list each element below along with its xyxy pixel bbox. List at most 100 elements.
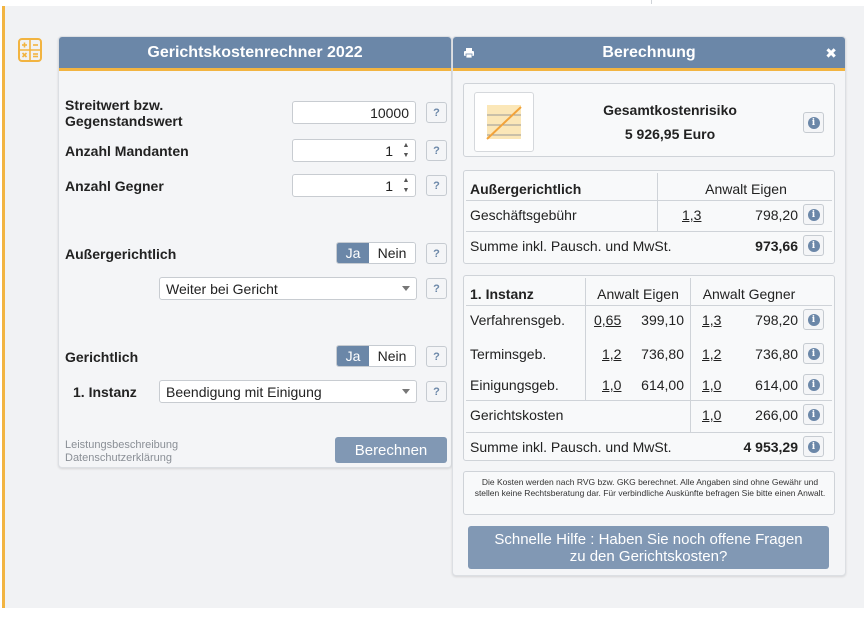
summary-box: Gesamtkostenrisiko 5 926,95 Euro i	[463, 83, 835, 157]
aussergerichtlich-select-help-button[interactable]: ?	[426, 278, 447, 299]
aussergerichtlich-ja[interactable]: Ja	[337, 243, 369, 263]
aussergerichtlich-col-eigen: Anwalt Eigen	[705, 181, 787, 197]
geschaeftsgebuehr-info-button[interactable]: i	[803, 204, 824, 225]
einigungsgeb-amount-gegner: 614,00	[755, 377, 798, 393]
result-title: Berechnung	[602, 43, 696, 61]
aussergerichtlich-sum-info-button[interactable]: i	[803, 235, 824, 256]
streitwert-input[interactable]: 10000	[292, 101, 416, 124]
calculator-panel: Gerichtskostenrechner 2022 Streitwert bz…	[58, 36, 452, 468]
disclaimer-text: Die Kosten werden nach RVG bzw. GKG bere…	[474, 477, 826, 498]
aussergerichtlich-toggle[interactable]: Ja Nein	[336, 242, 416, 264]
summary-info-button[interactable]: i	[803, 112, 824, 133]
instanz-col-gegner: Anwalt Gegner	[702, 286, 796, 302]
info-icon: i	[807, 440, 820, 453]
info-icon: i	[807, 378, 820, 391]
gegner-value: 1	[385, 177, 393, 194]
mandanten-help-button[interactable]: ?	[426, 140, 447, 161]
aussergerichtlich-help-button[interactable]: ?	[426, 243, 447, 264]
spin-up-icon[interactable]: ▲	[403, 142, 410, 150]
calculator-title: Gerichtskostenrechner 2022	[147, 43, 363, 61]
gerichtlich-toggle[interactable]: Ja Nein	[336, 345, 416, 367]
verfahrensgeb-amount-eigen: 399,10	[641, 312, 684, 328]
chart-thumbnail	[474, 92, 534, 152]
streitwert-help-button[interactable]: ?	[426, 102, 447, 123]
terminsgeb-rate-eigen[interactable]: 1,2	[602, 346, 621, 362]
gegner-label: Anzahl Gegner	[65, 178, 164, 194]
geschaeftsgebuehr-amount: 798,20	[755, 207, 798, 223]
chevron-down-icon	[402, 389, 410, 394]
gegner-help-button[interactable]: ?	[426, 175, 447, 196]
gerichtskosten-info-button[interactable]: i	[803, 404, 824, 425]
calculator-header: Gerichtskostenrechner 2022	[59, 37, 451, 71]
instanz-table: 1. Instanz Anwalt Eigen Anwalt Gegner Ve…	[463, 275, 835, 461]
instanz-select[interactable]: Beendigung mit Einigung	[159, 380, 417, 403]
gerichtlich-ja[interactable]: Ja	[337, 346, 369, 366]
chevron-down-icon	[402, 286, 410, 291]
info-icon: i	[807, 347, 820, 360]
datenschutz-link[interactable]: Datenschutzerklärung	[65, 452, 172, 465]
info-icon: i	[807, 208, 820, 221]
verfahrensgeb-amount-gegner: 798,20	[755, 312, 798, 328]
divider	[466, 305, 832, 306]
spin-up-icon[interactable]: ▲	[403, 177, 410, 185]
quick-help-button[interactable]: Schnelle Hilfe : Haben Sie noch offene F…	[468, 526, 829, 569]
divider	[466, 231, 832, 232]
terminsgeb-info-button[interactable]: i	[803, 343, 824, 364]
mandanten-value: 1	[385, 142, 393, 159]
geschaeftsgebuehr-rate[interactable]: 1,3	[682, 207, 701, 223]
gerichtskosten-label: Gerichtskosten	[470, 407, 564, 423]
divider	[466, 432, 832, 433]
berechnen-button[interactable]: Berechnen	[335, 437, 447, 463]
instanz-sum-info-button[interactable]: i	[803, 436, 824, 457]
verfahrensgeb-rate-gegner[interactable]: 1,3	[702, 312, 721, 328]
divider	[690, 278, 691, 432]
info-icon: i	[807, 408, 820, 421]
einigungsgeb-info-button[interactable]: i	[803, 374, 824, 395]
spin-down-icon[interactable]: ▼	[403, 187, 410, 195]
einigungsgeb-rate-eigen[interactable]: 1,0	[602, 377, 621, 393]
streitwert-label: Streitwert bzw. Gegenstandswert	[65, 97, 183, 129]
leistungsbeschreibung-link[interactable]: Leistungsbeschreibung	[65, 439, 178, 452]
gerichtlich-nein[interactable]: Nein	[369, 346, 415, 366]
result-panel: Berechnung ✖ Gesamtkostenrisiko 5 926,95…	[452, 36, 846, 576]
verfahrensgeb-rate-eigen[interactable]: 0,65	[594, 312, 621, 328]
aussergerichtlich-nein[interactable]: Nein	[369, 243, 415, 263]
gegner-stepper[interactable]: 1 ▲ ▼	[292, 174, 416, 197]
terminsgeb-rate-gegner[interactable]: 1,2	[702, 346, 721, 362]
gegner-spinner[interactable]: ▲ ▼	[399, 177, 413, 195]
verfahrensgeb-info-button[interactable]: i	[803, 309, 824, 330]
info-icon: i	[807, 239, 820, 252]
aussergerichtlich-heading: Außergerichtlich	[470, 181, 582, 197]
einigungsgeb-rate-gegner[interactable]: 1,0	[702, 377, 721, 393]
calculator-icon[interactable]	[18, 38, 42, 62]
instanz-label: 1. Instanz	[73, 384, 137, 400]
divider	[466, 400, 832, 401]
aussergerichtlich-select[interactable]: Weiter bei Gericht	[159, 277, 417, 300]
gerichtlich-help-button[interactable]: ?	[426, 346, 447, 367]
terminsgeb-label: Terminsgeb.	[470, 346, 547, 362]
divider	[585, 278, 586, 400]
spin-down-icon[interactable]: ▼	[403, 152, 410, 160]
mandanten-stepper[interactable]: 1 ▲ ▼	[292, 139, 416, 162]
aussergerichtlich-select-value: Weiter bei Gericht	[166, 280, 278, 297]
instanz-col-eigen: Anwalt Eigen	[597, 286, 679, 302]
mandanten-spinner[interactable]: ▲ ▼	[399, 142, 413, 160]
instanz-help-button[interactable]: ?	[426, 381, 447, 402]
aussergerichtlich-label: Außergerichtlich	[65, 246, 177, 262]
instanz-select-value: Beendigung mit Einigung	[166, 383, 322, 400]
terminsgeb-amount-gegner: 736,80	[755, 346, 798, 362]
print-icon[interactable]	[463, 47, 475, 59]
divider	[466, 200, 832, 201]
summary-title: Gesamtkostenrisiko	[603, 102, 737, 118]
page: Gerichtskostenrechner 2022 Streitwert bz…	[0, 0, 864, 627]
result-header: Berechnung ✖	[453, 37, 845, 71]
aussergerichtlich-sum-value: 973,66	[755, 238, 798, 254]
verfahrensgeb-label: Verfahrensgeb.	[470, 312, 565, 328]
divider	[657, 173, 658, 231]
gerichtskosten-rate[interactable]: 1,0	[702, 407, 721, 423]
geschaeftsgebuehr-label: Geschäftsgebühr	[470, 207, 577, 223]
mandanten-label: Anzahl Mandanten	[65, 143, 189, 159]
aussergerichtlich-table: Außergerichtlich Anwalt Eigen Geschäftsg…	[463, 170, 835, 264]
close-icon[interactable]: ✖	[825, 44, 837, 62]
info-icon: i	[807, 313, 820, 326]
